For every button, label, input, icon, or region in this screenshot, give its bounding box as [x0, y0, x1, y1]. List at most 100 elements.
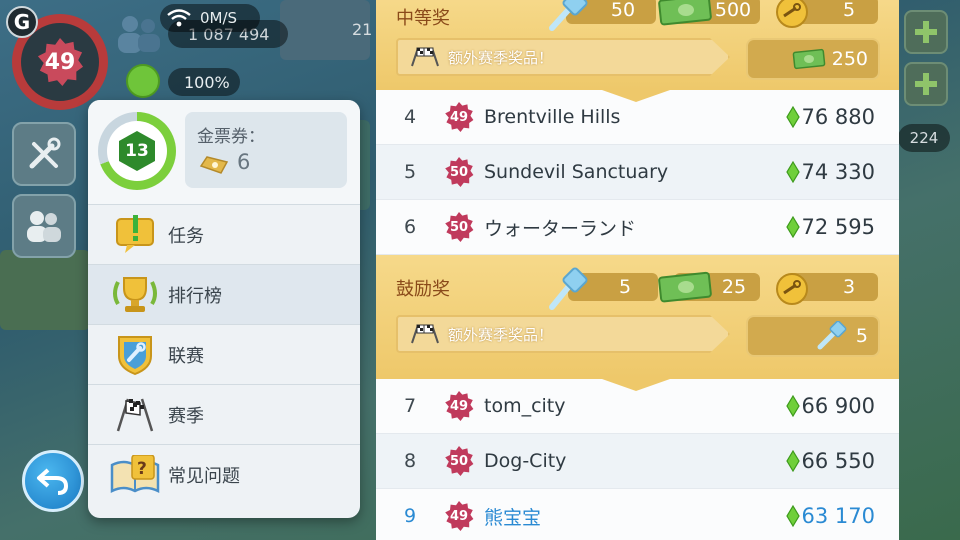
tier1-rows: 4 49 Brentville Hills 76 880 5 50 Sundevil San… — [376, 90, 899, 255]
reward-golden-keys-value: 3 — [842, 276, 856, 298]
golden-key-icon — [776, 273, 808, 305]
city-score-value: 66 550 — [801, 449, 875, 473]
reward-simoleons-value: 25 — [721, 276, 747, 298]
menu-item-league[interactable]: 联赛 — [88, 324, 360, 384]
city-score: 63 170 — [785, 504, 875, 528]
rank-number: 7 — [403, 395, 417, 417]
cash-icon — [658, 271, 712, 303]
key-icon — [549, 267, 588, 310]
network-speed: 0M/S — [200, 9, 238, 27]
key-icon — [817, 321, 847, 350]
menu-item-label: 任务 — [168, 225, 204, 247]
menu-item-season[interactable]: 赛季 — [88, 384, 360, 444]
tier-title: 鼓励奖 — [396, 279, 450, 300]
rank-number: 5 — [403, 161, 417, 183]
back-arrow-icon — [37, 468, 69, 495]
cash-icon — [658, 0, 712, 26]
happiness-counter: 100% — [168, 68, 240, 96]
reward-keys-value: 50 — [610, 0, 636, 21]
wrench-screwdriver-icon — [29, 137, 61, 169]
menu-item-label: 排行榜 — [168, 285, 222, 307]
golden-ticket-panel: 金票券： 6 — [185, 112, 347, 188]
menu-item-faq[interactable]: ? 常见问题 — [88, 444, 360, 504]
season-bonus-banner: 额外赛季奖品！ — [396, 38, 730, 76]
leaderboard-row[interactable]: 8 50 Dog-City 66 550 — [376, 434, 899, 489]
city-score: 66 550 — [785, 449, 875, 473]
golden-ticket-icon — [199, 156, 229, 174]
player-level-number: 13 — [119, 131, 155, 171]
simcash-gem-icon — [785, 505, 800, 527]
back-button[interactable] — [22, 450, 84, 512]
menu-item-leaderboard[interactable]: 排行榜 — [88, 264, 360, 324]
trophy-icon — [110, 273, 160, 317]
city-name: 熊宝宝 — [484, 506, 542, 529]
simcash-gem-icon — [785, 106, 800, 128]
season-bonus-reward: 5 — [746, 315, 880, 357]
city-score-value: 63 170 — [801, 504, 875, 528]
faq-book-icon: ? — [110, 453, 160, 497]
tier-pointer — [602, 90, 670, 102]
side-menu-panel: 13 金票券： 6 任务 排行榜 联赛 赛季 ? 常见问题 — [88, 100, 360, 518]
leaderboard-panel: 中等奖 50 500 5 额外赛季奖品！ 250 4 49 Brentville… — [376, 0, 899, 540]
city-name: ウォーターランド — [484, 217, 637, 240]
rank-number: 9 — [403, 505, 417, 527]
league-shield-icon — [110, 333, 160, 377]
city-name: Sundevil Sanctuary — [484, 161, 669, 183]
city-score: 74 330 — [785, 160, 875, 184]
golden-ticket-label: 金票券： — [197, 127, 265, 147]
reward-tier-header: 中等奖 50 500 5 额外赛季奖品！ 250 — [376, 0, 899, 102]
tier-title: 中等奖 — [396, 8, 450, 29]
checkered-flags-icon — [411, 324, 439, 344]
checkered-flags-icon — [411, 47, 439, 67]
menu-item-quests[interactable]: 任务 — [88, 204, 360, 264]
people-icon — [27, 211, 61, 242]
tier-pointer — [602, 379, 670, 391]
season-bonus-reward-value: 5 — [855, 325, 868, 347]
cash-icon — [792, 48, 826, 70]
reward-simoleons-value: 500 — [714, 0, 752, 21]
happiness-value: 100% — [184, 72, 230, 92]
happiness-smiley-icon — [126, 64, 160, 98]
game-center-icon[interactable]: G — [6, 6, 38, 38]
season-bonus-banner: 额外赛季奖品！ — [396, 315, 730, 353]
svg-text:?: ? — [137, 459, 147, 479]
rank-number: 4 — [403, 106, 417, 128]
season-bonus-reward: 250 — [746, 38, 880, 80]
city-name: Dog-City — [484, 450, 567, 472]
tier2-rows: 7 49 tom_city 66 900 8 50 Dog-City 66 550 9 49 熊宝宝… — [376, 379, 899, 540]
city-score: 76 880 — [785, 105, 875, 129]
social-button[interactable] — [12, 194, 76, 258]
simcash-gem-icon — [785, 395, 800, 417]
quest-icon — [110, 213, 160, 257]
right-hud-strip — [899, 0, 960, 540]
simcash-gem-icon — [785, 450, 800, 472]
player-level-progress: 13 — [98, 112, 176, 190]
menu-item-label: 常见问题 — [168, 465, 240, 487]
reward-tier-header: 鼓励奖 5 25 3 额外赛季奖品！ 5 — [376, 255, 899, 391]
leaderboard-row[interactable]: 9 49 熊宝宝 63 170 — [376, 489, 899, 540]
leaderboard-row[interactable]: 5 50 Sundevil Sanctuary 74 330 — [376, 145, 899, 200]
golden-key-icon — [776, 0, 808, 28]
player-level-value: 49 — [37, 38, 84, 86]
city-score-value: 66 900 — [801, 394, 875, 418]
leaderboard-row[interactable]: 6 50 ウォーターランド 72 595 — [376, 200, 899, 255]
checkered-flags-icon — [110, 393, 160, 437]
reward-golden-keys-value: 5 — [842, 0, 856, 21]
network-indicator: 0M/S — [160, 4, 260, 32]
city-level-badge: 49 — [445, 391, 474, 421]
season-bonus-reward-value: 250 — [831, 48, 868, 70]
build-tools-button[interactable] — [12, 122, 76, 186]
city-score-value: 76 880 — [801, 105, 875, 129]
key-icon — [549, 0, 588, 31]
city-level-badge: 50 — [445, 157, 474, 187]
partial-counter: 21 — [352, 20, 373, 39]
wifi-icon — [167, 9, 191, 27]
rank-number: 8 — [403, 450, 417, 472]
city-level-badge: 50 — [445, 446, 474, 476]
city-score: 66 900 — [785, 394, 875, 418]
season-bonus-label: 额外赛季奖品！ — [448, 325, 554, 344]
menu-item-label: 赛季 — [168, 405, 204, 427]
simcash-gem-icon — [785, 216, 800, 238]
menu-item-label: 联赛 — [168, 345, 204, 367]
city-block — [0, 250, 90, 330]
